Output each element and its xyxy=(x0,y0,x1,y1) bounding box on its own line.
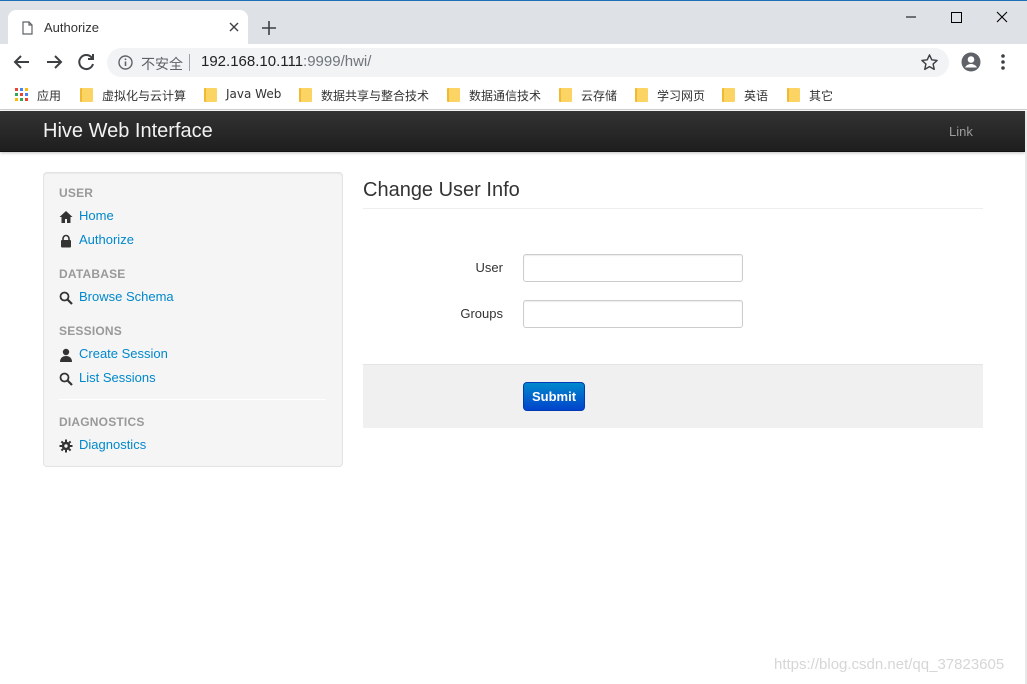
bookmarks-bar: 应用 虚拟化与云计算 Java Web 数据共享与整合技术 数据通信技术 云存储… xyxy=(0,81,1027,110)
folder-icon xyxy=(787,88,800,102)
tab-title: Authorize xyxy=(44,20,99,35)
folder-icon xyxy=(80,88,93,102)
search-icon xyxy=(59,291,73,305)
home-icon xyxy=(59,211,73,223)
groups-label: Groups xyxy=(460,306,503,321)
folder-icon xyxy=(447,88,460,102)
folder-icon xyxy=(635,88,648,102)
file-icon xyxy=(22,21,33,35)
bookmark-apps[interactable]: 应用 xyxy=(15,86,65,104)
cog-icon xyxy=(59,439,73,453)
info-icon[interactable] xyxy=(118,55,133,70)
bookmark-label: 虚拟化与云计算 xyxy=(102,89,187,103)
sidebar-item-label: Authorize xyxy=(79,232,134,247)
url-text[interactable]: 192.168.10.111:9999/hwi/ xyxy=(201,53,371,70)
bookmark-label: 英语 xyxy=(744,89,769,103)
brand-link[interactable]: Hive Web Interface xyxy=(43,120,213,143)
security-status: 不安全 xyxy=(141,57,183,73)
url-path: :9999/hwi/ xyxy=(303,53,372,70)
sidebar-item-label: Diagnostics xyxy=(79,437,147,452)
account-icon[interactable] xyxy=(960,51,982,73)
browser-toolbar: 不安全 192.168.10.111:9999/hwi/ xyxy=(0,44,1027,81)
user-input[interactable] xyxy=(523,254,743,282)
groups-input[interactable] xyxy=(523,300,743,328)
url-host: 192.168.10.111 xyxy=(201,53,304,70)
kebab-menu-icon[interactable] xyxy=(993,51,1013,73)
folder-icon xyxy=(559,88,572,102)
sidebar-divider xyxy=(59,399,326,400)
back-arrow-icon[interactable] xyxy=(11,51,33,73)
bookmark-label: 数据通信技术 xyxy=(469,89,542,103)
nav-header-user: USER xyxy=(59,186,94,200)
new-tab-icon[interactable] xyxy=(259,18,279,38)
top-navbar: Hive Web Interface Link xyxy=(0,111,1025,152)
maximize-icon[interactable] xyxy=(933,7,979,29)
bookmark-label: 学习网页 xyxy=(657,89,706,103)
nav-header-database: DATABASE xyxy=(59,267,126,281)
bookmark-label: 云存储 xyxy=(581,89,618,103)
apps-grid-icon xyxy=(15,88,28,101)
sidebar-item-label: Create Session xyxy=(79,346,168,361)
bookmark-label: 数据共享与整合技术 xyxy=(321,89,430,103)
browser-tab[interactable]: Authorize xyxy=(8,10,248,45)
bookmark-label: 应用 xyxy=(37,89,62,103)
bookmark-label: Java Web xyxy=(226,87,282,101)
sidebar-item-label: List Sessions xyxy=(79,370,156,385)
sidebar-item-label: Home xyxy=(79,208,114,223)
navbar-link[interactable]: Link xyxy=(949,124,973,139)
submit-button[interactable]: Submit xyxy=(523,382,585,411)
folder-icon xyxy=(722,88,735,102)
page-title: Change User Info xyxy=(363,179,520,201)
sidebar-nav: USER Home Authorize DATABASE Browse Sche… xyxy=(43,172,343,467)
tab-close-icon[interactable] xyxy=(224,17,244,37)
reload-icon[interactable] xyxy=(75,51,97,73)
sidebar-item-label: Browse Schema xyxy=(79,289,174,304)
window-close-icon[interactable] xyxy=(979,7,1025,29)
folder-icon xyxy=(204,88,217,102)
lock-icon xyxy=(61,234,71,248)
bookmark-label: 其它 xyxy=(809,89,834,103)
address-bar[interactable]: 不安全 192.168.10.111:9999/hwi/ xyxy=(107,48,949,77)
browser-titlebar: Authorize xyxy=(0,0,1027,45)
minimize-icon[interactable] xyxy=(888,7,934,29)
search-icon xyxy=(59,372,73,386)
user-label: User xyxy=(475,260,503,275)
watermark-text: https://blog.csdn.net/qq_37823605 xyxy=(774,656,1005,673)
title-rule xyxy=(363,208,983,209)
form-actions: Submit xyxy=(363,364,983,428)
user-icon xyxy=(60,348,72,362)
bookmark-star-icon[interactable] xyxy=(920,53,939,72)
forward-arrow-icon[interactable] xyxy=(43,51,65,73)
url-separator xyxy=(189,54,190,71)
nav-header-sessions: SESSIONS xyxy=(59,324,122,338)
nav-header-diagnostics: DIAGNOSTICS xyxy=(59,415,145,429)
folder-icon xyxy=(299,88,312,102)
